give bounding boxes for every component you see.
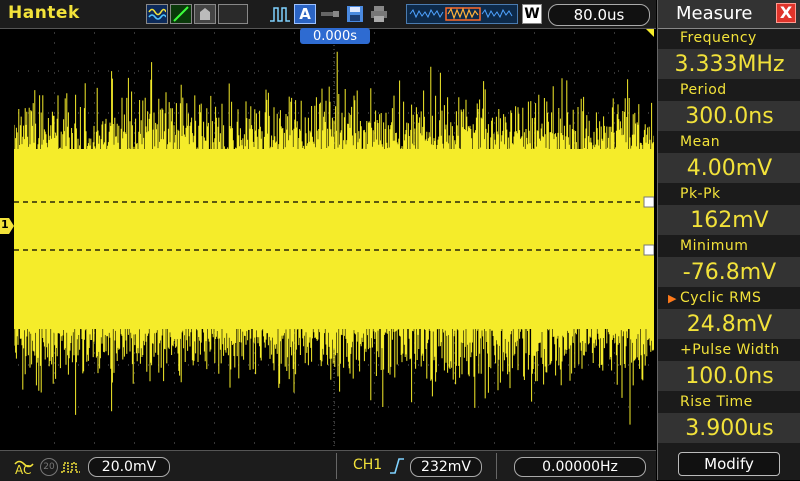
frequency-counter-readout: 0.00000Hz (514, 457, 646, 477)
trigger-position-marker[interactable]: 0.000s (300, 28, 370, 44)
measure-item[interactable]: Pk-Pk 162mV (658, 185, 800, 237)
bottom-divider (336, 453, 337, 479)
bandwidth-limit-icon: 20 (40, 458, 58, 476)
measure-label: Cyclic RMS (680, 290, 762, 306)
selected-arrow-icon: ▶ (668, 292, 677, 305)
measure-value: 3.333MHz (658, 49, 800, 79)
coupling-label: AC (15, 463, 32, 477)
close-button[interactable]: X (776, 3, 796, 23)
trigger-level-readout[interactable]: 232mV (410, 457, 482, 477)
measure-item[interactable]: Mean 4.00mV (658, 133, 800, 185)
measure-label: Minimum (680, 238, 749, 254)
measure-item[interactable]: ▶ Cyclic RMS 24.8mV (658, 289, 800, 341)
top-status-bar: Hantek A W 80.0us (0, 0, 656, 29)
channel1-ground-marker[interactable]: 1 (0, 218, 14, 234)
timebase-readout[interactable]: 80.0us (548, 4, 650, 26)
measure-value: 162mV (658, 205, 800, 235)
modify-button[interactable]: Modify (678, 452, 780, 476)
brand-logo: Hantek (8, 3, 80, 23)
noise-trace (13, 51, 655, 425)
ac-coupling-icon: AC (14, 454, 34, 480)
measure-title: Measure (676, 3, 753, 24)
persist-icon[interactable] (194, 4, 216, 24)
measure-header: Measure X (658, 0, 800, 29)
measure-item[interactable]: Rise Time 3.900us (658, 393, 800, 445)
waveform-display[interactable] (13, 29, 655, 449)
measure-item[interactable]: Minimum -76.8mV (658, 237, 800, 289)
measure-label: Rise Time (680, 394, 753, 410)
waveform-canvas (13, 29, 655, 449)
measure-value: -76.8mV (658, 257, 800, 287)
bottom-divider (496, 453, 497, 479)
memory-depth-icon[interactable] (406, 4, 518, 24)
measure-panel: Measure X Frequency 3.333MHz Period 300.0ns… (657, 0, 800, 480)
waveform-mode-icon[interactable] (146, 4, 168, 24)
measure-value: 24.8mV (658, 309, 800, 339)
invert-icon (60, 459, 82, 473)
pulse-trigger-icon[interactable] (268, 4, 292, 24)
blank-slot (218, 4, 248, 24)
trigger-channel-label: CH1 (353, 457, 383, 473)
measure-label: Frequency (680, 30, 757, 46)
volts-per-div-readout[interactable]: 20.0mV (88, 457, 170, 477)
rising-edge-icon (389, 457, 405, 475)
wave-window-icon[interactable]: W (522, 4, 542, 24)
measure-value: 4.00mV (658, 153, 800, 183)
measure-label: Mean (680, 134, 721, 150)
channel1-marker-label: 1 (1, 218, 9, 231)
trigger-slope-icon[interactable] (170, 4, 192, 24)
auto-icon[interactable]: A (294, 4, 316, 24)
measure-label: Pk-Pk (680, 186, 721, 202)
probe-icon[interactable] (320, 4, 342, 24)
measure-value: 300.0ns (658, 101, 800, 131)
save-icon[interactable] (344, 4, 366, 24)
measure-item[interactable]: Period 300.0ns (658, 81, 800, 133)
measure-value: 100.0ns (658, 361, 800, 391)
cursor-handle-upper (643, 196, 655, 208)
measure-item[interactable]: Frequency 3.333MHz (658, 29, 800, 81)
print-icon[interactable] (368, 4, 390, 24)
bottom-status-bar: AC 20 20.0mV CH1 232mV 0.00000Hz (0, 450, 656, 481)
measure-item[interactable]: +Pulse Width 100.0ns (658, 341, 800, 393)
measure-label: Period (680, 82, 727, 98)
trigger-level-marker (646, 29, 654, 37)
measure-value: 3.900us (658, 413, 800, 443)
cursor-handle-lower (643, 244, 655, 256)
measure-label: +Pulse Width (680, 342, 780, 358)
